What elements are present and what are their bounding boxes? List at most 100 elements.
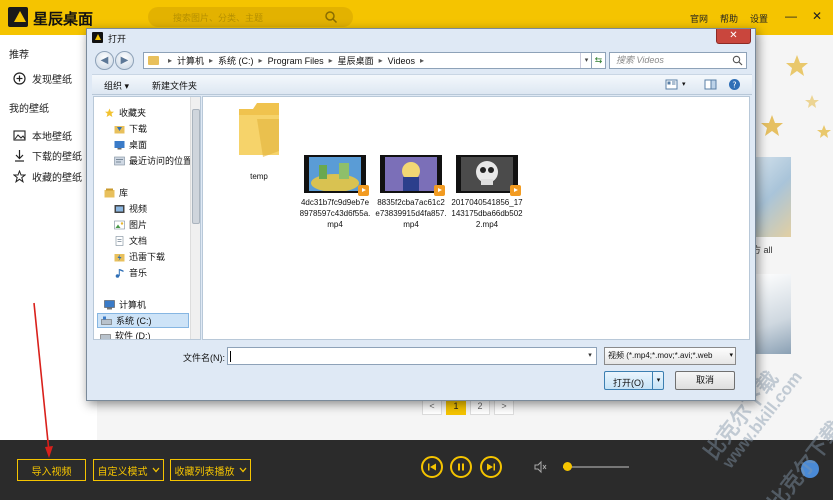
nav-item-documents[interactable]: 文档 [114,234,147,247]
filename-label: 文件名(N): [183,353,225,363]
chevron-right-icon: ▸ [419,56,424,65]
new-folder-button[interactable]: 新建文件夹 [152,79,197,92]
settings-link[interactable]: 设置 [750,12,768,25]
search-icon[interactable] [324,10,338,24]
help-link[interactable]: 帮助 [720,12,738,25]
nav-item-library[interactable]: 库 [104,186,128,199]
download-folder-icon [114,125,125,133]
dialog-title: 打开 [108,34,127,44]
wallpaper-thumbnail[interactable] [754,274,791,354]
scrollbar-thumb[interactable] [192,109,200,224]
nav-item-thunder[interactable]: 迅雷下载 [114,250,165,263]
folder-search-input[interactable]: 搜索 Videos [609,52,747,69]
nav-item-label: 下载 [129,124,148,134]
nav-item-pictures[interactable]: 图片 [114,218,147,231]
nav-item-download[interactable]: 下载 [114,122,147,135]
view-dropdown-icon[interactable]: ▾ [682,80,686,88]
favorites-playlist-dropdown[interactable]: 收藏列表播放 [170,459,251,481]
filename-input[interactable]: ▾ [227,347,597,365]
app-title: 星辰桌面 [33,11,94,28]
chevron-down-icon: ▾ [729,352,733,359]
stars-decoration [761,55,831,138]
next-button[interactable] [480,456,502,478]
breadcrumb-program-files[interactable]: Program Files [268,56,324,66]
search-icon [732,55,743,66]
pause-icon [458,463,464,471]
volume-slider[interactable] [563,466,629,468]
custom-mode-dropdown[interactable]: 自定义模式 [93,459,164,481]
sidebar-item-favorites[interactable]: 收藏的壁纸 [13,169,82,184]
sidebar-item-label: 本地壁纸 [32,132,72,143]
file-name: 2017040541856_17143175dba66db5022.mp4 [451,198,523,229]
nav-item-desktop[interactable]: 桌面 [114,138,147,151]
dialog-close-button[interactable]: ✕ [716,29,751,44]
volume-slider-handle[interactable] [562,462,572,471]
open-button-label: 打开(O) [613,378,644,388]
breadcrumb-xingchen[interactable]: 星辰桌面 [338,54,374,67]
open-options-dropdown[interactable]: ▾ [652,372,664,389]
dialog-toolbar: 组织 ▾ 新建文件夹 ▾ ? [92,74,752,95]
music-icon [115,268,124,278]
address-bar[interactable]: ▸ 计算机 ▸ 系统 (C:) ▸ Program Files ▸ 星辰桌面 ▸… [143,52,593,69]
nav-item-favorites[interactable]: 收藏夹 [104,106,146,119]
cancel-button[interactable]: 取消 [675,371,735,390]
filename-dropdown-icon[interactable]: ▾ [584,348,596,364]
sidebar-item-local[interactable]: 本地壁纸 [13,128,72,143]
volume-icon[interactable] [533,460,547,474]
forward-button[interactable]: ▶ [115,51,134,70]
file-name: temp [250,172,268,181]
chevron-down-icon [152,467,159,473]
image-icon [13,130,26,141]
video-preview-image [385,157,437,191]
nav-item-label: 系统 (C:) [116,316,152,326]
skip-back-icon [428,463,436,471]
drive-d-icon [100,333,111,339]
desktop-icon [114,140,125,149]
drive-c-icon [101,316,112,325]
preview-pane-icon[interactable] [704,78,717,91]
custom-mode-label: 自定义模式 [97,466,148,478]
organize-menu[interactable]: 组织 ▾ [104,79,129,92]
nav-item-label: 库 [119,188,129,198]
dialog-titlebar[interactable]: 打开 ✕ [87,29,755,47]
breadcrumb-system-c[interactable]: 系统 (C:) [218,54,254,67]
app-close-button[interactable]: ✕ [812,9,822,23]
open-button[interactable]: 打开(O) ▾ [604,371,664,390]
nav-item-recent[interactable]: 最近访问的位置 [114,154,192,167]
play-badge-icon [434,185,445,196]
nav-pane-scrollbar[interactable] [190,97,200,339]
skip-forward-icon [487,463,495,471]
app-logo-icon [92,32,103,43]
chevron-down-icon [239,467,246,473]
nav-item-computer[interactable]: 计算机 [104,298,146,311]
back-button[interactable]: ◀ [95,51,114,70]
chevron-right-icon: ▸ [168,56,173,65]
breadcrumb-computer[interactable]: 计算机 [177,54,204,67]
file-item-folder[interactable]: temp [223,99,295,191]
star-icon [13,170,26,183]
chevron-right-icon: ▸ [328,56,333,65]
pause-button[interactable] [450,456,472,478]
official-site-link[interactable]: 官网 [690,12,708,25]
nav-item-system-c[interactable]: 系统 (C:) [97,313,189,328]
help-icon[interactable]: ? [728,78,741,91]
video-preview-image [461,157,513,191]
refresh-icon: ⇆ [594,55,603,65]
filetype-select[interactable]: 视频 (*.mp4;*.mov;*.avi;*.web ▾ [604,347,736,365]
nav-item-software-d[interactable]: 软件 (D:) [100,329,151,339]
nav-item-label: 迅雷下载 [129,252,166,262]
sidebar-item-downloaded[interactable]: 下载的壁纸 [13,148,82,163]
sidebar-item-discover[interactable]: 发现壁纸 [13,71,72,86]
video-thumbnail [456,155,521,196]
breadcrumb-videos[interactable]: Videos [388,56,415,66]
app-search-input[interactable]: 搜索图片、分类、主题 [148,7,353,27]
nav-item-video[interactable]: 视频 [114,202,147,215]
view-options-icon[interactable] [665,78,678,91]
import-video-button[interactable]: 导入视频 [17,459,86,481]
library-icon [104,188,115,197]
nav-item-music[interactable]: 音乐 [114,266,147,279]
folder-icon [239,103,279,157]
refresh-button[interactable]: ⇆ [591,52,606,69]
previous-button[interactable] [421,456,443,478]
minimize-button[interactable]: — [785,9,797,23]
